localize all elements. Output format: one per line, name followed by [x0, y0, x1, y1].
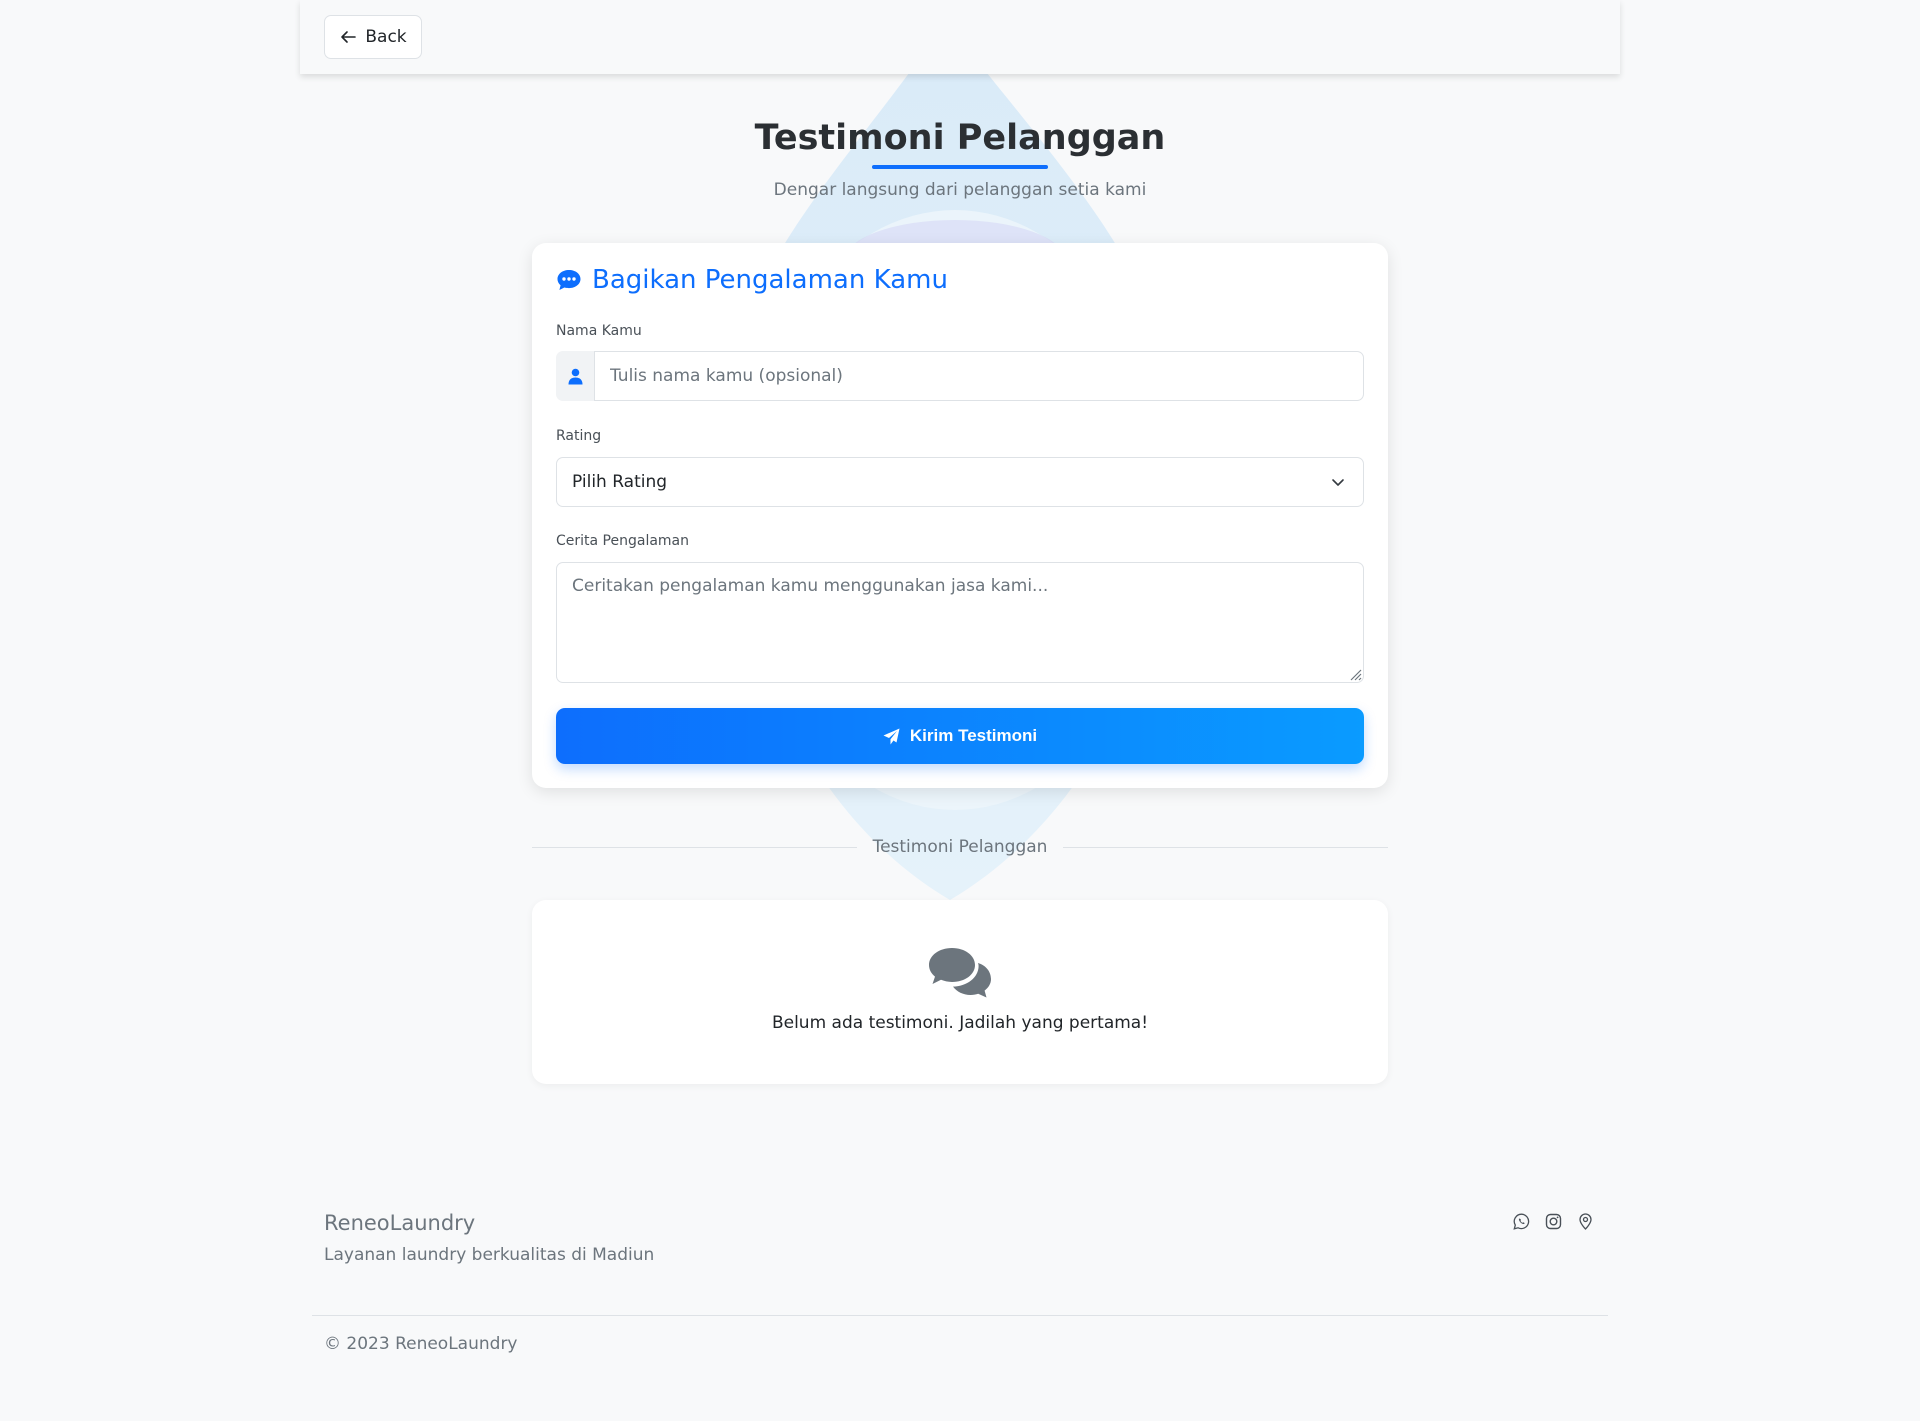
back-label: Back — [365, 27, 407, 47]
resize-grip-icon[interactable] — [1348, 667, 1362, 681]
submit-label: Kirim Testimoni — [909, 726, 1038, 745]
location-link[interactable] — [1577, 1213, 1594, 1230]
footer-social-icons — [1513, 1213, 1594, 1230]
empty-message: Belum ada testimoni. Jadilah yang pertam… — [771, 1013, 1149, 1033]
arrow-left-icon — [341, 31, 357, 43]
title-underline — [872, 165, 1048, 169]
form-heading-text: Bagikan Pengalaman Kamu — [592, 265, 948, 295]
chat-bubbles-icon — [929, 948, 991, 998]
form-heading: Bagikan Pengalaman Kamu — [556, 265, 948, 295]
chevron-down-icon — [1332, 479, 1344, 486]
page-title: Testimoni Pelanggan — [754, 118, 1166, 158]
story-label: Cerita Pengalaman — [556, 533, 690, 549]
testimonial-form-card: Bagikan Pengalaman Kamu Nama Kamu Rating… — [532, 243, 1388, 788]
footer-tagline: Layanan laundry berkualitas di Madiun — [324, 1245, 655, 1265]
page-subtitle: Dengar langsung dari pelanggan setia kam… — [773, 180, 1147, 200]
name-label: Nama Kamu — [556, 323, 642, 339]
footer-copyright: © 2023 ReneoLaundry — [324, 1334, 518, 1354]
name-input[interactable] — [594, 351, 1364, 401]
name-input-group — [556, 351, 1364, 401]
name-addon — [556, 351, 594, 401]
back-button[interactable]: Back — [324, 15, 422, 59]
location-pin-icon — [1579, 1213, 1592, 1230]
divider-label: Testimoni Pelanggan — [872, 837, 1048, 857]
chat-dots-icon — [557, 270, 581, 290]
whatsapp-link[interactable] — [1513, 1213, 1530, 1230]
top-navbar: Back — [300, 0, 1620, 74]
rating-select[interactable]: Pilih Rating — [556, 457, 1364, 507]
whatsapp-icon — [1513, 1213, 1530, 1230]
testimonial-page: Back Testimoni Pelanggan Dengar langsung… — [0, 0, 1920, 1421]
empty-testimonials-card: Belum ada testimoni. Jadilah yang pertam… — [532, 900, 1388, 1084]
instagram-icon — [1545, 1213, 1562, 1230]
submit-testimonial-button[interactable]: Kirim Testimoni — [556, 708, 1364, 764]
instagram-link[interactable] — [1545, 1213, 1562, 1230]
footer-brand: ReneoLaundry — [324, 1211, 476, 1235]
send-icon — [883, 728, 900, 744]
footer-divider — [312, 1315, 1608, 1316]
rating-selected-value: Pilih Rating — [572, 472, 668, 492]
rating-label: Rating — [556, 428, 602, 444]
divider-line-right — [1063, 846, 1389, 848]
testimonials-divider: Testimoni Pelanggan — [532, 836, 1389, 858]
person-icon — [568, 368, 582, 384]
story-textarea[interactable] — [556, 562, 1364, 683]
divider-line-left — [532, 846, 857, 848]
